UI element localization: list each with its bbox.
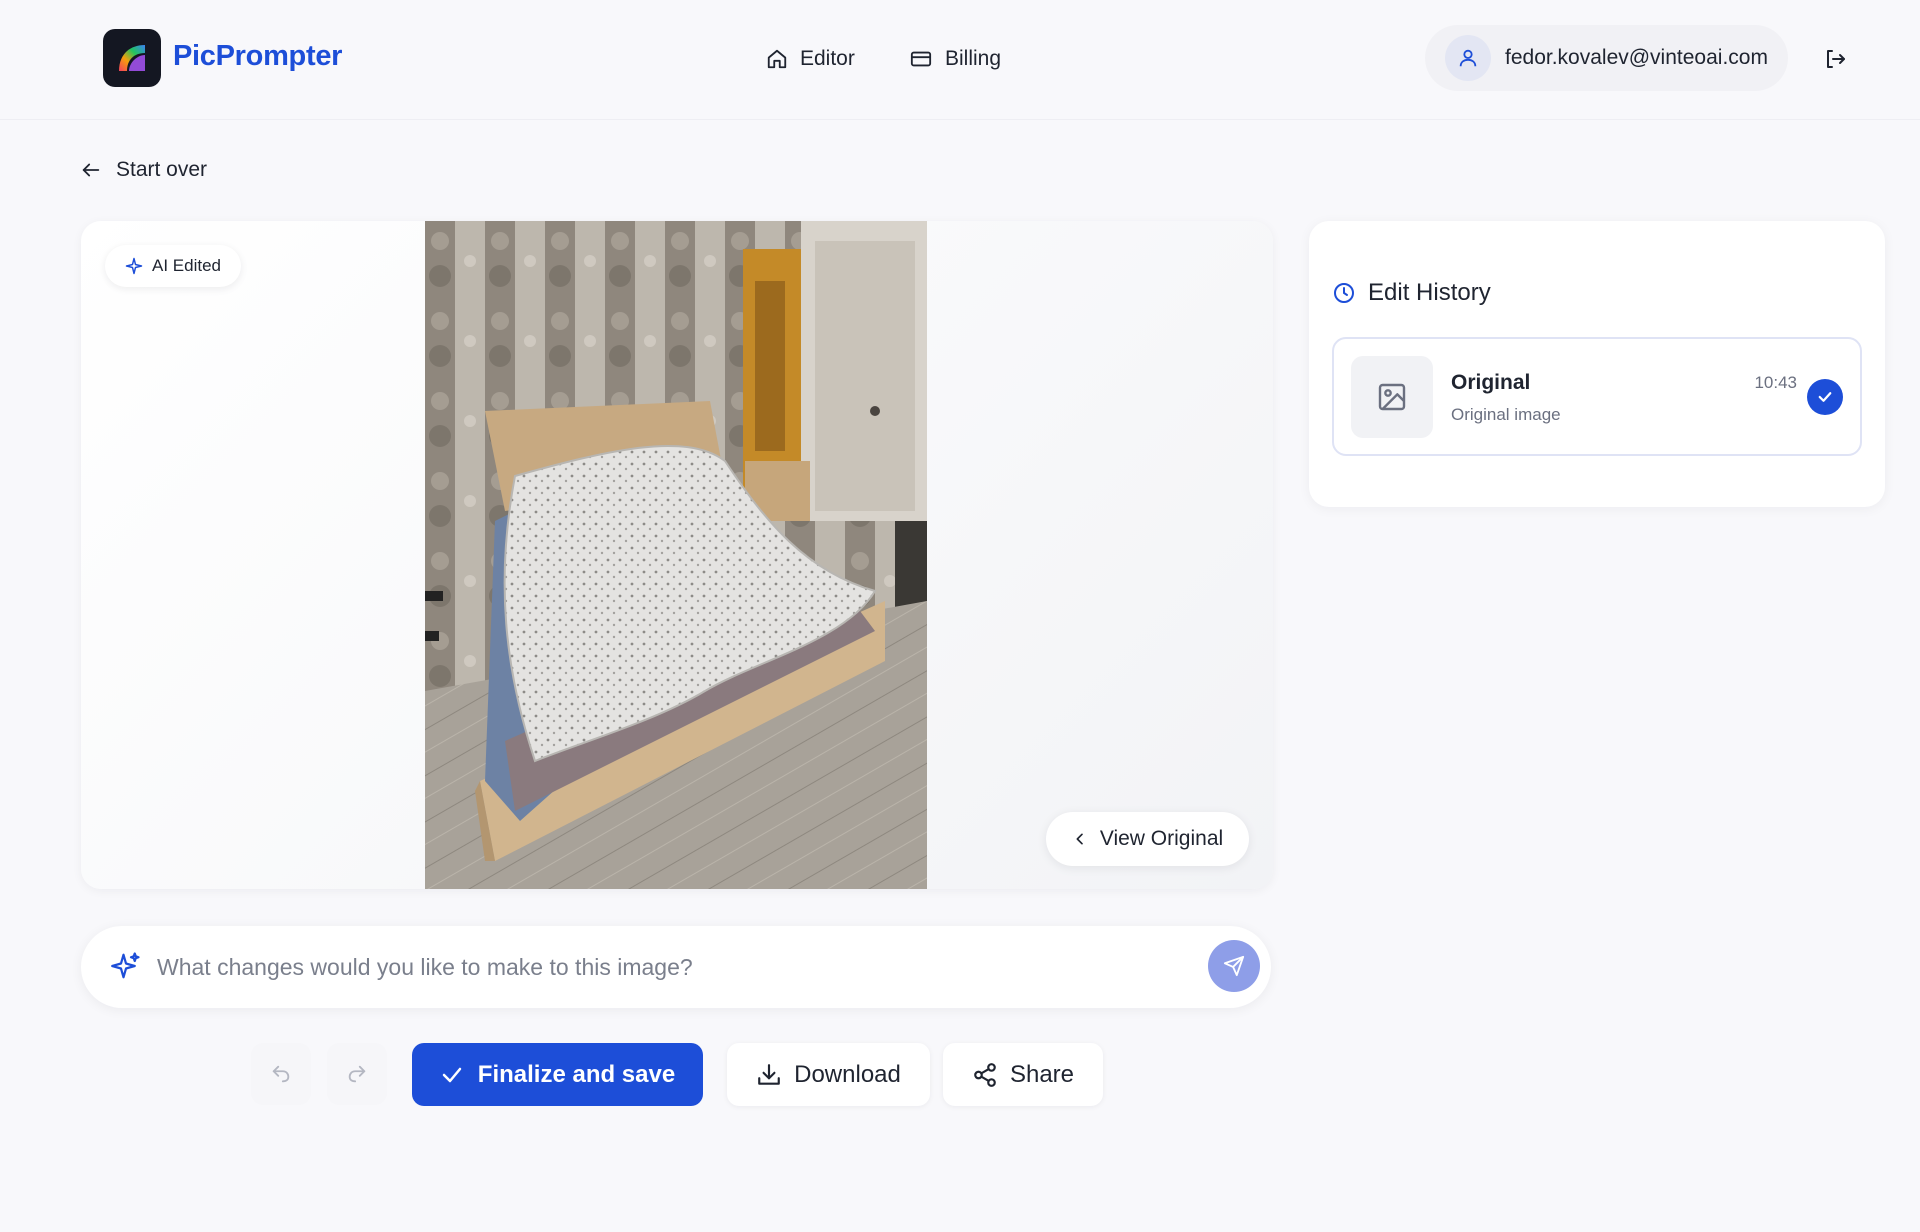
image-icon xyxy=(1378,383,1406,411)
download-label: Download xyxy=(794,1060,901,1088)
download-icon xyxy=(758,1063,780,1085)
view-original-button[interactable]: View Original xyxy=(1046,812,1249,866)
user-icon xyxy=(1459,49,1477,67)
clock-icon xyxy=(1334,283,1354,303)
start-over-link[interactable]: Start over xyxy=(80,155,207,185)
prompt-input[interactable] xyxy=(157,948,1157,986)
download-button[interactable]: Download xyxy=(727,1043,930,1106)
home-icon xyxy=(767,49,787,69)
chevron-left-icon xyxy=(1076,833,1083,845)
user-menu[interactable]: fedor.kovalev@vinteoai.com xyxy=(1425,25,1788,91)
logout-button[interactable] xyxy=(1820,44,1850,74)
edit-history-panel: Edit History Original Original image 10:… xyxy=(1309,221,1885,507)
undo-button[interactable] xyxy=(251,1043,311,1105)
edit-history-title: Edit History xyxy=(1368,279,1491,306)
redo-icon xyxy=(348,1065,366,1083)
prompt-bar xyxy=(81,926,1271,1008)
share-icon xyxy=(974,1062,996,1087)
send-button[interactable] xyxy=(1208,940,1260,992)
brand-name[interactable]: PicPrompter xyxy=(173,40,342,73)
undo-icon xyxy=(272,1065,290,1083)
logout-icon xyxy=(1827,50,1845,68)
user-email: fedor.kovalev@vinteoai.com xyxy=(1505,46,1768,69)
history-item-name: Original xyxy=(1451,371,1531,394)
sparkles-icon xyxy=(111,952,140,979)
view-original-label: View Original xyxy=(1099,827,1224,850)
history-item-original[interactable]: Original Original image 10:43 xyxy=(1332,337,1862,456)
redo-button[interactable] xyxy=(327,1043,387,1105)
nav-billing[interactable]: Billing xyxy=(909,44,1001,74)
share-label: Share xyxy=(1009,1060,1075,1088)
app-logo[interactable] xyxy=(103,29,161,87)
selected-check-icon xyxy=(1807,379,1843,415)
nav-billing-label: Billing xyxy=(945,47,1002,70)
history-item-time: 10:43 xyxy=(1754,373,1797,392)
logo-icon xyxy=(119,45,145,71)
history-item-subtitle: Original image xyxy=(1451,405,1561,424)
nav-editor-label: Editor xyxy=(800,47,855,70)
finalize-save-button[interactable]: Finalize and save xyxy=(412,1043,703,1106)
edited-image xyxy=(425,221,927,889)
start-over-label: Start over xyxy=(116,158,208,181)
image-canvas: AI Edited View Original xyxy=(81,221,1273,889)
arrow-left-icon xyxy=(82,163,100,177)
send-icon xyxy=(1223,955,1245,977)
history-thumbnail xyxy=(1351,356,1433,438)
edit-history-heading: Edit History xyxy=(1332,278,1491,308)
credit-card-icon xyxy=(910,51,932,67)
sparkle-icon xyxy=(125,257,143,275)
nav-editor[interactable]: Editor xyxy=(766,44,855,74)
share-button[interactable]: Share xyxy=(943,1043,1103,1106)
ai-edited-label: AI Edited xyxy=(152,256,221,275)
check-icon xyxy=(442,1067,462,1082)
ai-edited-badge: AI Edited xyxy=(105,245,241,287)
finalize-label: Finalize and save xyxy=(477,1060,676,1088)
top-header: PicPrompter Editor Billing fedor.kovalev… xyxy=(0,0,1920,120)
avatar xyxy=(1445,35,1491,81)
